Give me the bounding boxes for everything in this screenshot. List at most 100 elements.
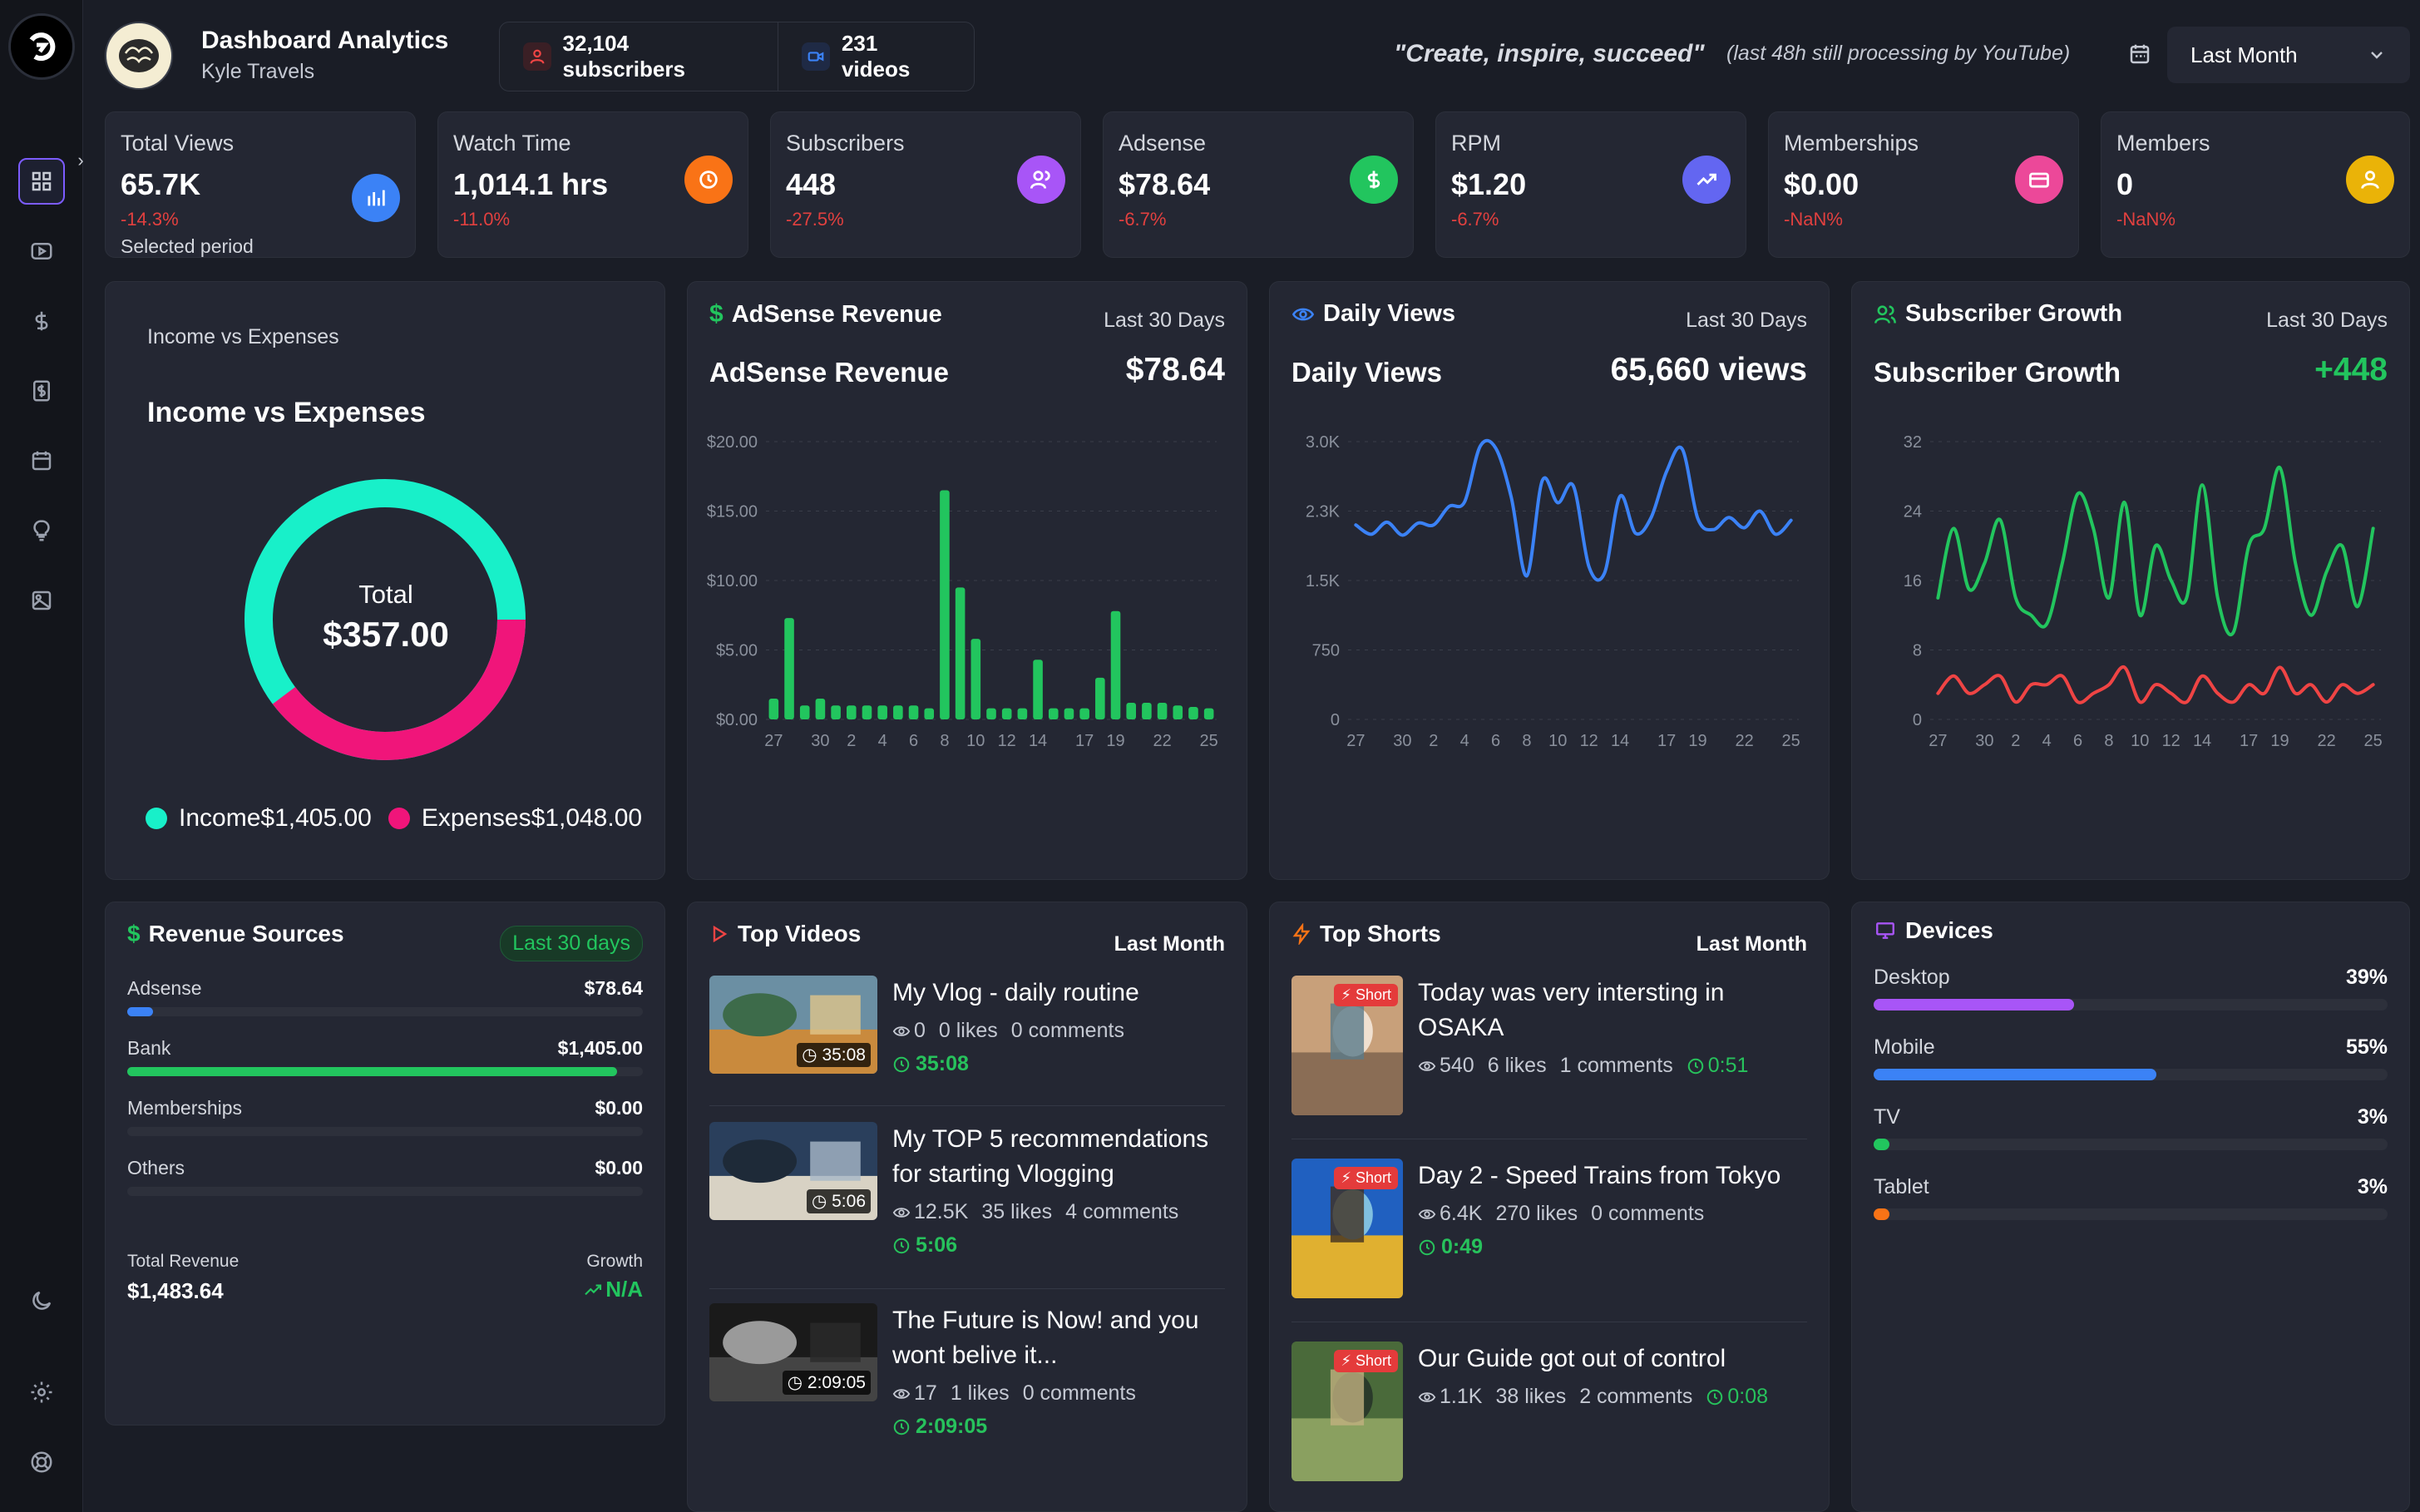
bar [1203,708,1214,719]
short-list-item[interactable]: ⚡ Short Today was very intersting in OSAK… [1291,976,1807,1125]
short-likes: 270 likes [1495,1202,1578,1225]
video-icon[interactable] [18,228,65,274]
bar [986,708,996,719]
video-duration: 2:09:05 [892,1415,987,1439]
y-tick-label: $0.00 [716,711,758,729]
short-title[interactable]: Day 2 - Speed Trains from Tokyo [1418,1159,1807,1193]
bar [1079,708,1089,719]
short-duration: 0:49 [1418,1235,1483,1259]
help-lifebuoy-icon[interactable] [18,1439,65,1485]
bar [924,708,935,719]
short-stats: 1.1K 38 likes 2 comments 0:08 [1418,1385,1768,1409]
short-views: 6.4K [1440,1202,1483,1225]
video-list-item[interactable]: ◷ 2:09:05 The Future is Now! and you wont… [709,1303,1225,1461]
expenses-legend-value: $1,048.00 [531,804,643,832]
x-tick-label: 17 [1657,732,1676,750]
short-list-item[interactable]: ⚡ Short Our Guide got out of control 1.1K 3… [1291,1342,1807,1491]
calendar-icon[interactable] [18,437,65,484]
kpi-label: Members [2116,131,2210,156]
short-thumbnail[interactable]: ⚡ Short [1291,1159,1403,1298]
video-likes: 0 likes [938,1019,998,1042]
page-title: Dashboard Analytics [201,27,449,54]
channel-avatar[interactable] [105,22,173,90]
bar [955,587,966,719]
views-stat: 6.4K [1418,1202,1482,1226]
kpi-card: Members 0 -NaN% [2101,111,2410,258]
y-tick-label: 0 [1331,711,1340,729]
x-tick-label: 22 [2317,732,2335,750]
device-bar-fill [1874,1069,2156,1080]
short-thumbnail[interactable]: ⚡ Short [1291,976,1403,1115]
image-icon[interactable] [18,577,65,624]
sidebar: › [0,0,84,1512]
y-tick-label: $20.00 [707,433,758,452]
subscribers-count: 32,104 subscribers [562,31,685,82]
short-thumbnail[interactable]: ⚡ Short [1291,1342,1403,1481]
video-thumbnail[interactable]: ◷ 2:09:05 [709,1303,877,1401]
video-list-item[interactable]: ◷ 35:08 My Vlog - daily routine 0 0 likes 0 … [709,976,1225,1134]
app-logo-icon[interactable] [8,13,75,80]
video-title[interactable]: My TOP 5 recommendations for starting Vl… [892,1122,1225,1192]
y-tick-label: 750 [1312,642,1340,660]
y-tick-label: 1.5K [1306,572,1341,590]
device-label: Desktop [1874,966,1950,989]
short-badge: ⚡ Short [1334,1350,1398,1372]
collapse-chevron-icon[interactable]: › [68,148,93,173]
kpi-delta: -14.3% [121,209,179,230]
y-tick-label: $5.00 [716,642,758,660]
kpi-card: Total Views 65.7K -14.3% Selected period [105,111,416,258]
x-tick-label: 2 [2011,732,2020,750]
donut-total-value: $357.00 [323,615,449,654]
kpi-value: $0.00 [1784,167,1859,201]
kpi-delta: -NaN% [1784,209,1843,230]
video-likes: 1 likes [950,1381,1010,1405]
settings-gear-icon[interactable] [18,1369,65,1416]
bar [768,698,779,719]
short-list-item[interactable]: ⚡ Short Day 2 - Speed Trains from Tokyo 6.… [1291,1159,1807,1308]
video-title[interactable]: The Future is Now! and you wont belive i… [892,1303,1225,1373]
clock-icon [893,1056,910,1072]
short-title[interactable]: Today was very intersting in OSAKA [1418,976,1807,1045]
short-comments: 0 comments [1591,1202,1705,1225]
x-tick-label: 6 [2073,732,2082,750]
income-legend-value: $1,405.00 [260,804,372,832]
thumbnail-duration: ◷ 5:06 [806,1189,871,1213]
revenue-header-label: Revenue Sources [148,921,344,946]
revenue-source-value: $0.00 [595,1097,643,1119]
x-tick-label: 4 [2042,732,2052,750]
dashboard-icon[interactable] [18,158,65,205]
invoice-icon[interactable] [18,368,65,414]
video-duration-value: 2:09:05 [916,1415,988,1438]
x-tick-label: 10 [966,732,985,750]
video-list-item[interactable]: ◷ 5:06 My TOP 5 recommendations for start… [709,1122,1225,1280]
revenue-source-value: $1,405.00 [557,1037,643,1059]
short-badge-label: Short [1355,1352,1391,1369]
dark-mode-icon[interactable] [18,1277,65,1324]
revenue-source-bar-track [127,1127,643,1136]
bar [1017,708,1028,719]
y-tick-label: 0 [1913,711,1922,729]
lightbulb-icon[interactable] [18,507,65,554]
video-thumbnail[interactable]: ◷ 35:08 [709,976,877,1074]
revenue-source-bar-track [127,1187,643,1196]
period-select[interactable]: Last Month [2167,27,2410,83]
list-divider [709,1288,1225,1289]
video-title[interactable]: My Vlog - daily routine [892,976,1225,1010]
x-tick-label: 2 [847,732,856,750]
views-series-line [1354,438,1793,582]
motto-quote: "Create, inspire, succeed" [1394,40,1705,67]
dollar-icon[interactable] [18,298,65,344]
bar [970,639,981,719]
device-row: Mobile 55% [1874,1035,2388,1085]
x-tick-label: 12 [998,732,1016,750]
videos-stat: 231 videos [778,22,974,91]
video-thumbnail[interactable]: ◷ 5:06 [709,1122,877,1220]
short-title[interactable]: Our Guide got out of control [1418,1342,1807,1376]
short-duration-value: 0:49 [1441,1235,1484,1258]
user-icon [2346,156,2394,204]
eye-icon [892,1388,911,1399]
top-shorts-header: Top Shorts [1291,921,1441,947]
short-comments: 2 comments [1579,1385,1693,1408]
x-tick-label: 10 [1548,732,1567,750]
revenue-source-value: $78.64 [584,977,643,999]
